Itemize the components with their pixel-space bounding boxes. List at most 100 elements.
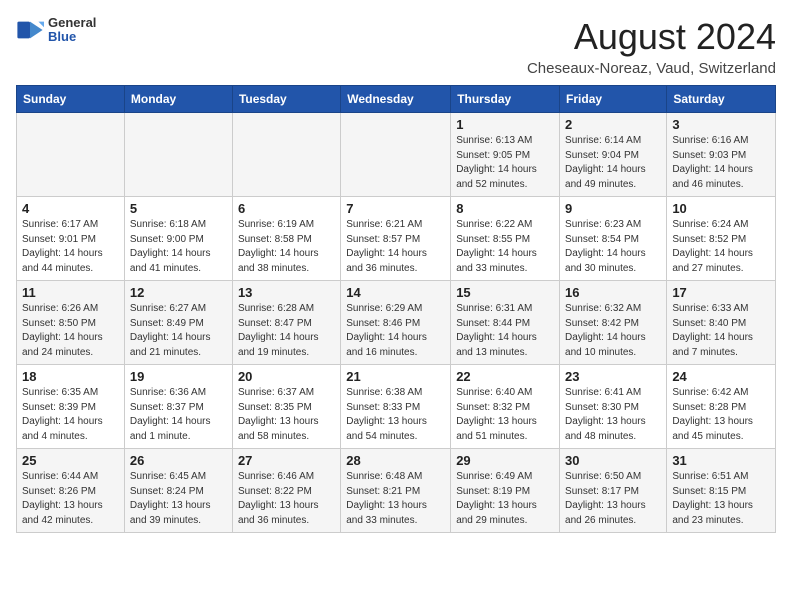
day-info: Sunrise: 6:23 AM Sunset: 8:54 PM Dayligh… [565,218,661,276]
calendar-cell: 26 Sunrise: 6:45 AM Sunset: 8:24 PM Dayli… [124,449,232,533]
calendar-cell: 1 Sunrise: 6:13 AM Sunset: 9:05 PM Daylig… [451,113,560,197]
day-info: Sunrise: 6:38 AM Sunset: 8:33 PM Dayligh… [346,386,445,444]
calendar-cell: 2 Sunrise: 6:14 AM Sunset: 9:04 PM Daylig… [560,113,667,197]
day-number: 20 [238,369,335,384]
calendar-cell: 28Sunrise: 6:48 AM Sunset: 8:21 PM Dayli… [341,449,451,533]
calendar-week-5: 25Sunrise: 6:44 AM Sunset: 8:26 PM Dayli… [17,449,776,533]
location-title: Cheseaux-Noreaz, Vaud, Switzerland [527,60,776,77]
day-info: Sunrise: 6:13 AM Sunset: 9:05 PM Dayligh… [456,134,554,192]
calendar-cell: 6 Sunrise: 6:19 AM Sunset: 8:58 PM Daylig… [232,197,340,281]
day-header-tuesday: Tuesday [232,86,340,113]
day-number: 27 [238,453,335,468]
day-header-wednesday: Wednesday [341,86,451,113]
calendar-cell: 12 Sunrise: 6:27 AM Sunset: 8:49 PM Dayli… [124,281,232,365]
calendar-table: SundayMondayTuesdayWednesdayThursdayFrid… [16,85,776,533]
calendar-week-2: 4Sunrise: 6:17 AM Sunset: 9:01 PM Daylig… [17,197,776,281]
day-info: Sunrise: 6:49 AM Sunset: 8:19 PM Dayligh… [456,470,554,528]
calendar-cell: 7 Sunrise: 6:21 AM Sunset: 8:57 PM Daylig… [341,197,451,281]
calendar-cell: 11 Sunrise: 6:26 AM Sunset: 8:50 PM Dayli… [17,281,125,365]
day-number: 18 [22,369,119,384]
day-info: Sunrise: 6:50 AM Sunset: 8:17 PM Dayligh… [565,470,661,528]
day-header-thursday: Thursday [451,86,560,113]
calendar-cell: 22 Sunrise: 6:40 AM Sunset: 8:32 PM Dayli… [451,365,560,449]
day-info: Sunrise: 6:36 AM Sunset: 8:37 PM Dayligh… [130,386,227,444]
calendar-cell: 15Sunrise: 6:31 AM Sunset: 8:44 PM Dayli… [451,281,560,365]
day-number: 23 [565,369,661,384]
day-number: 10 [672,201,770,216]
calendar-cell: 27Sunrise: 6:46 AM Sunset: 8:22 PM Dayli… [232,449,340,533]
day-number: 21 [346,369,445,384]
calendar-cell [17,113,125,197]
logo-blue: Blue [48,30,96,44]
day-header-sunday: Sunday [17,86,125,113]
day-number: 25 [22,453,119,468]
calendar-cell [232,113,340,197]
day-number: 11 [22,285,119,300]
day-number: 12 [130,285,227,300]
day-info: Sunrise: 6:26 AM Sunset: 8:50 PM Dayligh… [22,302,119,360]
day-number: 13 [238,285,335,300]
day-info: Sunrise: 6:32 AM Sunset: 8:42 PM Dayligh… [565,302,661,360]
day-info: Sunrise: 6:14 AM Sunset: 9:04 PM Dayligh… [565,134,661,192]
calendar-week-4: 18 Sunrise: 6:35 AM Sunset: 8:39 PM Dayli… [17,365,776,449]
day-number: 9 [565,201,661,216]
logo: General Blue [16,16,96,45]
day-info: Sunrise: 6:18 AM Sunset: 9:00 PM Dayligh… [130,218,227,276]
calendar-cell: 5 Sunrise: 6:18 AM Sunset: 9:00 PM Daylig… [124,197,232,281]
day-info: Sunrise: 6:27 AM Sunset: 8:49 PM Dayligh… [130,302,227,360]
calendar-cell: 18 Sunrise: 6:35 AM Sunset: 8:39 PM Dayli… [17,365,125,449]
calendar-cell: 24Sunrise: 6:42 AM Sunset: 8:28 PM Dayli… [667,365,776,449]
day-number: 16 [565,285,661,300]
day-number: 1 [456,117,554,132]
calendar-cell: 10 Sunrise: 6:24 AM Sunset: 8:52 PM Dayli… [667,197,776,281]
logo-text: General Blue [48,16,96,45]
day-info: Sunrise: 6:45 AM Sunset: 8:24 PM Dayligh… [130,470,227,528]
day-info: Sunrise: 6:24 AM Sunset: 8:52 PM Dayligh… [672,218,770,276]
calendar-cell: 19Sunrise: 6:36 AM Sunset: 8:37 PM Dayli… [124,365,232,449]
calendar-cell: 9 Sunrise: 6:23 AM Sunset: 8:54 PM Daylig… [560,197,667,281]
logo-general: General [48,16,96,30]
day-number: 29 [456,453,554,468]
day-info: Sunrise: 6:31 AM Sunset: 8:44 PM Dayligh… [456,302,554,360]
calendar-cell: 29 Sunrise: 6:49 AM Sunset: 8:19 PM Dayli… [451,449,560,533]
day-number: 22 [456,369,554,384]
day-number: 5 [130,201,227,216]
month-title: August 2024 [527,16,776,58]
day-number: 2 [565,117,661,132]
day-header-monday: Monday [124,86,232,113]
page-header: General Blue August 2024 Cheseaux-Noreaz… [16,16,776,77]
calendar-cell: 13 Sunrise: 6:28 AM Sunset: 8:47 PM Dayli… [232,281,340,365]
calendar-cell: 31 Sunrise: 6:51 AM Sunset: 8:15 PM Dayli… [667,449,776,533]
day-info: Sunrise: 6:40 AM Sunset: 8:32 PM Dayligh… [456,386,554,444]
day-info: Sunrise: 6:29 AM Sunset: 8:46 PM Dayligh… [346,302,445,360]
day-number: 6 [238,201,335,216]
calendar-cell [341,113,451,197]
day-info: Sunrise: 6:19 AM Sunset: 8:58 PM Dayligh… [238,218,335,276]
day-info: Sunrise: 6:28 AM Sunset: 8:47 PM Dayligh… [238,302,335,360]
day-number: 26 [130,453,227,468]
day-number: 4 [22,201,119,216]
day-info: Sunrise: 6:33 AM Sunset: 8:40 PM Dayligh… [672,302,770,360]
day-number: 7 [346,201,445,216]
calendar-cell: 21 Sunrise: 6:38 AM Sunset: 8:33 PM Dayli… [341,365,451,449]
calendar-cell: 16 Sunrise: 6:32 AM Sunset: 8:42 PM Dayli… [560,281,667,365]
calendar-cell: 3Sunrise: 6:16 AM Sunset: 9:03 PM Daylig… [667,113,776,197]
day-info: Sunrise: 6:22 AM Sunset: 8:55 PM Dayligh… [456,218,554,276]
logo-icon [16,16,44,44]
calendar-cell: 25Sunrise: 6:44 AM Sunset: 8:26 PM Dayli… [17,449,125,533]
day-number: 31 [672,453,770,468]
calendar-cell: 17Sunrise: 6:33 AM Sunset: 8:40 PM Dayli… [667,281,776,365]
day-info: Sunrise: 6:16 AM Sunset: 9:03 PM Dayligh… [672,134,770,192]
day-header-saturday: Saturday [667,86,776,113]
calendar-week-1: 1 Sunrise: 6:13 AM Sunset: 9:05 PM Daylig… [17,113,776,197]
day-info: Sunrise: 6:21 AM Sunset: 8:57 PM Dayligh… [346,218,445,276]
day-number: 8 [456,201,554,216]
day-number: 24 [672,369,770,384]
calendar-cell: 20Sunrise: 6:37 AM Sunset: 8:35 PM Dayli… [232,365,340,449]
day-info: Sunrise: 6:41 AM Sunset: 8:30 PM Dayligh… [565,386,661,444]
calendar-cell: 4Sunrise: 6:17 AM Sunset: 9:01 PM Daylig… [17,197,125,281]
day-number: 28 [346,453,445,468]
day-info: Sunrise: 6:51 AM Sunset: 8:15 PM Dayligh… [672,470,770,528]
day-info: Sunrise: 6:35 AM Sunset: 8:39 PM Dayligh… [22,386,119,444]
calendar-cell: 30Sunrise: 6:50 AM Sunset: 8:17 PM Dayli… [560,449,667,533]
